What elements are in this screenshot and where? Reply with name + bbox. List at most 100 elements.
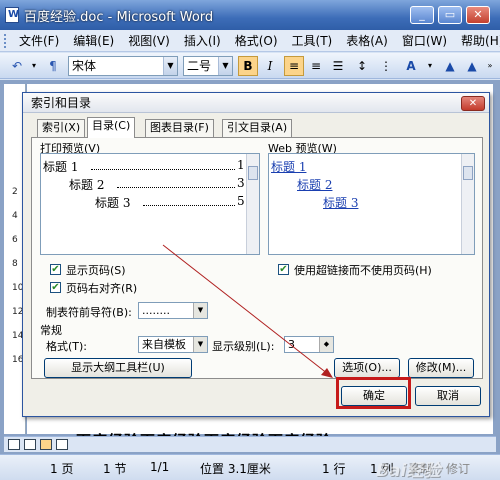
status-section: 1 节: [103, 462, 127, 476]
tab-leader-label: 制表符前导符(B):: [46, 306, 132, 319]
font-color-icon[interactable]: A: [400, 56, 422, 76]
menu-help[interactable]: 帮助(H): [454, 32, 500, 49]
close-button[interactable]: ✕: [466, 6, 490, 24]
ruler-tick: 2: [12, 187, 18, 197]
shrink-font-icon[interactable]: ▲: [462, 56, 482, 76]
print-preview-box: 标题 1 1 标题 2 3 标题 3 5: [40, 153, 260, 255]
tab-toc[interactable]: 目录(C): [87, 117, 136, 138]
window-title: 百度经验.doc - Microsoft Word: [24, 9, 214, 25]
styles-icon[interactable]: ¶: [44, 56, 62, 76]
line-spacing-icon[interactable]: ↕: [352, 56, 372, 76]
toc-tab-panel: 打印预览(V) 标题 1 1 标题 2 3 标题 3 5 Web 预览(W) 标…: [31, 137, 483, 379]
levels-spinner[interactable]: 3 ◆: [284, 336, 334, 353]
leader-dots: [143, 205, 235, 206]
show-page-numbers-label: 显示页码(S): [66, 264, 126, 277]
show-outline-toolbar-button[interactable]: 显示大纲工具栏(U): [44, 358, 192, 378]
format-value: 来自模板: [142, 338, 186, 351]
preview-heading-2: 标题 2: [69, 178, 105, 192]
chevron-down-icon[interactable]: ▼: [193, 303, 207, 318]
menu-file[interactable]: 文件(F): [12, 32, 66, 49]
italic-button[interactable]: I: [260, 56, 280, 76]
dialog-close-button[interactable]: ✕: [461, 96, 485, 111]
options-button[interactable]: 选项(O)...: [334, 358, 400, 378]
menu-window[interactable]: 窗口(W): [395, 32, 454, 49]
web-heading-1[interactable]: 标题 1: [271, 158, 306, 175]
watermark-logo: Bai经验: [368, 454, 500, 480]
scroll-thumb[interactable]: [463, 166, 473, 180]
format-select[interactable]: 来自模板 ▼: [138, 336, 208, 353]
chevron-down-icon[interactable]: ▼: [193, 337, 207, 352]
web-heading-2[interactable]: 标题 2: [297, 176, 332, 193]
menubar-grip: [4, 33, 6, 48]
undo-dropdown-icon[interactable]: ▾: [28, 56, 40, 76]
modify-button[interactable]: 修改(M)...: [408, 358, 474, 378]
font-color-dropdown-icon[interactable]: ▾: [424, 56, 436, 76]
dialog-title-text: 索引和目录: [31, 96, 92, 110]
ok-highlight-box: [336, 377, 411, 409]
use-hyperlinks-label: 使用超链接而不使用页码(H): [294, 264, 432, 277]
minimize-button[interactable]: _: [410, 6, 434, 24]
tab-leader-value: ........: [142, 304, 170, 317]
web-view-icon[interactable]: [24, 439, 36, 450]
watermark-text: Bai经验: [376, 461, 441, 480]
show-page-numbers-checkbox[interactable]: ✔: [50, 264, 61, 275]
numbering-icon[interactable]: ⋮: [376, 56, 396, 76]
preview-page-1: 1: [237, 158, 245, 172]
font-name-value: 宋体: [72, 59, 97, 73]
outline-view-icon[interactable]: [56, 439, 68, 450]
menu-bar: 文件(F) 编辑(E) 视图(V) 插入(I) 格式(O) 工具(T) 表格(A…: [0, 30, 500, 52]
menu-edit[interactable]: 编辑(E): [66, 32, 121, 49]
cancel-button[interactable]: 取消: [415, 386, 481, 406]
status-page: 1 页: [50, 462, 74, 476]
web-heading-3[interactable]: 标题 3: [323, 194, 358, 211]
font-name-combo[interactable]: 宋体 ▼: [68, 56, 178, 76]
maximize-button[interactable]: ▭: [438, 6, 462, 24]
dialog-title: 索引和目录 ✕: [23, 93, 489, 113]
bold-button[interactable]: B: [238, 56, 258, 76]
spinner-arrows-icon[interactable]: ◆: [319, 337, 333, 352]
menu-view[interactable]: 视图(V): [121, 32, 177, 49]
title-bar: 百度经验.doc - Microsoft Word _ ▭ ✕: [0, 0, 500, 30]
align-left-icon[interactable]: ≡: [284, 56, 304, 76]
view-buttons-bar: [4, 436, 496, 452]
grow-font-icon[interactable]: ▲: [440, 56, 460, 76]
align-justify-icon[interactable]: ☰: [328, 56, 348, 76]
menu-insert[interactable]: 插入(I): [177, 32, 228, 49]
font-size-combo[interactable]: 二号 ▼: [183, 56, 233, 76]
normal-view-icon[interactable]: [8, 439, 20, 450]
tab-authorities[interactable]: 引文目录(A): [222, 119, 293, 137]
status-position: 位置 3.1厘米: [200, 462, 271, 476]
print-preview-scrollbar[interactable]: [246, 154, 259, 254]
menu-table[interactable]: 表格(A): [339, 32, 395, 49]
toc-dialog: 索引和目录 ✕ 索引(X) 目录(C) 图表目录(F) 引文目录(A) 打印预览…: [22, 92, 490, 417]
leader-dots: [91, 169, 235, 170]
print-view-icon[interactable]: [40, 439, 52, 450]
general-group-label: 常规: [40, 324, 62, 337]
levels-label: 显示级别(L):: [212, 340, 275, 353]
levels-value: 3: [288, 338, 295, 351]
menu-format[interactable]: 格式(O): [228, 32, 285, 49]
preview-heading-1: 标题 1: [43, 160, 79, 174]
scroll-thumb[interactable]: [248, 166, 258, 180]
chevron-down-icon[interactable]: ▼: [163, 57, 177, 75]
format-label: 格式(T):: [46, 340, 88, 353]
tab-index[interactable]: 索引(X): [37, 119, 86, 137]
align-right-checkbox[interactable]: ✔: [50, 282, 61, 293]
preview-heading-3: 标题 3: [95, 196, 131, 210]
preview-page-2: 3: [237, 176, 245, 190]
ruler-tick: 4: [12, 211, 18, 221]
tab-leader-select[interactable]: ........ ▼: [138, 302, 208, 319]
tab-figures[interactable]: 图表目录(F): [145, 119, 214, 137]
undo-icon[interactable]: ↶: [6, 56, 28, 76]
toolbar-options-icon[interactable]: »: [484, 56, 496, 76]
leader-dots: [117, 187, 235, 188]
menu-tools[interactable]: 工具(T): [285, 32, 340, 49]
status-line: 1 行: [322, 462, 346, 476]
word-doc-icon: [5, 7, 19, 23]
align-right-label: 页码右对齐(R): [66, 282, 138, 295]
use-hyperlinks-checkbox[interactable]: ✔: [278, 264, 289, 275]
chevron-down-icon[interactable]: ▼: [218, 57, 232, 75]
web-preview-box: 标题 1 标题 2 标题 3: [268, 153, 475, 255]
web-preview-scrollbar[interactable]: [461, 154, 474, 254]
align-center-icon[interactable]: ≡: [306, 56, 326, 76]
